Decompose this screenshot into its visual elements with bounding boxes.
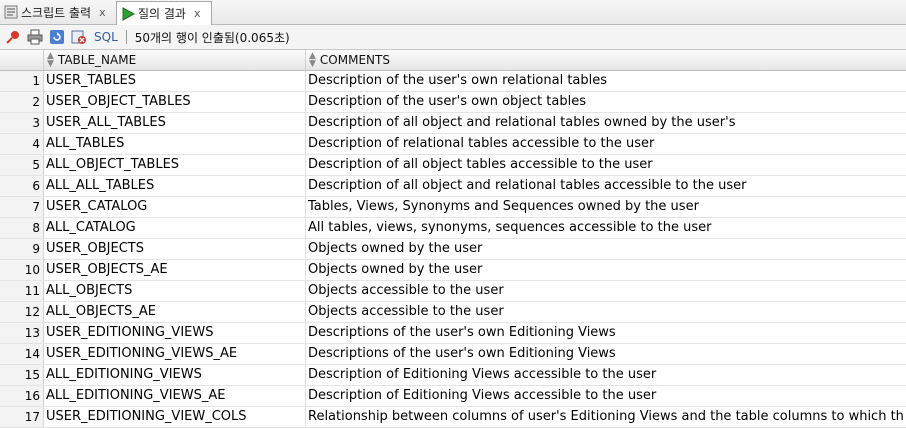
row-number: 2 — [0, 92, 44, 112]
table-row[interactable]: 6 ALL_ALL_TABLES Description of all object… — [0, 176, 906, 197]
table-row[interactable]: 8 ALL_CATALOG All tables, views, synonyms,… — [0, 218, 906, 239]
cell-comments[interactable]: Relationship between columns of user's E… — [306, 407, 906, 427]
table-row[interactable]: 17 USER_EDITIONING_VIEW_COLS Relationship … — [0, 407, 906, 428]
cell-table-name[interactable]: ALL_EDITIONING_VIEWS — [44, 365, 306, 385]
tab-query-result[interactable]: 질의 결과 x — [116, 1, 212, 25]
tab-script-output[interactable]: 스크립트 출력 x — [0, 1, 114, 23]
tab-query-result-label: 질의 결과 — [138, 7, 186, 21]
column-header-comments-label: COMMENTS — [319, 53, 390, 67]
tab-script-output-label: 스크립트 출력 — [21, 5, 92, 20]
cell-table-name[interactable]: USER_CATALOG — [44, 197, 306, 217]
cell-comments[interactable]: Description of the user's own object tab… — [306, 92, 906, 112]
row-number: 10 — [0, 260, 44, 280]
row-number: 1 — [0, 71, 44, 91]
cell-table-name[interactable]: USER_EDITIONING_VIEWS — [44, 323, 306, 343]
table-row[interactable]: 10 USER_OBJECTS_AE Objects owned by the us… — [0, 260, 906, 281]
cell-comments[interactable]: Description of all object and relational… — [306, 113, 906, 133]
table-row[interactable]: 16 ALL_EDITIONING_VIEWS_AE Description of … — [0, 386, 906, 407]
cell-comments[interactable]: Descriptions of the user's own Editionin… — [306, 323, 906, 343]
sql-button[interactable]: SQL — [94, 30, 118, 44]
table-row[interactable]: 3 USER_ALL_TABLES Description of all objec… — [0, 113, 906, 134]
cell-comments[interactable]: Description of all object and relational… — [306, 176, 906, 196]
cancel-query-icon[interactable] — [70, 28, 88, 46]
fetch-status-text: 50개의 행이 인출됨(0.065초) — [134, 30, 290, 45]
cell-table-name[interactable]: USER_OBJECTS_AE — [44, 260, 306, 280]
cell-comments[interactable]: All tables, views, synonyms, sequences a… — [306, 218, 906, 238]
row-number: 13 — [0, 323, 44, 343]
cell-table-name[interactable]: ALL_OBJECTS — [44, 281, 306, 301]
table-row[interactable]: 9 USER_OBJECTS Objects owned by the user — [0, 239, 906, 260]
cell-table-name[interactable]: USER_TABLES — [44, 71, 306, 91]
grid-body: 1 USER_TABLES Description of the user's ow… — [0, 71, 906, 428]
cell-table-name[interactable]: USER_EDITIONING_VIEWS_AE — [44, 344, 306, 364]
cell-comments[interactable]: Description of Editioning Views accessib… — [306, 386, 906, 406]
cell-comments[interactable]: Descriptions of the user's own Editionin… — [306, 344, 906, 364]
cell-comments[interactable]: Description of relational tables accessi… — [306, 134, 906, 154]
sort-icon: ▲ ▼ — [47, 51, 54, 69]
cell-table-name[interactable]: USER_OBJECT_TABLES — [44, 92, 306, 112]
cell-table-name[interactable]: ALL_OBJECTS_AE — [44, 302, 306, 322]
cell-comments[interactable]: Objects owned by the user — [306, 239, 906, 259]
cell-table-name[interactable]: ALL_OBJECT_TABLES — [44, 155, 306, 175]
cell-table-name[interactable]: USER_EDITIONING_VIEW_COLS — [44, 407, 306, 427]
result-grid: ▲ ▼ TABLE_NAME ▲ ▼ COMMENTS 1 USER_TABLES De… — [0, 50, 906, 428]
script-output-icon — [4, 5, 18, 19]
row-number: 14 — [0, 344, 44, 364]
row-number: 9 — [0, 239, 44, 259]
toolbar-divider — [125, 30, 127, 44]
row-number: 3 — [0, 113, 44, 133]
row-number: 12 — [0, 302, 44, 322]
pin-icon[interactable] — [4, 28, 22, 46]
table-row[interactable]: 2 USER_OBJECT_TABLES Description of the us… — [0, 92, 906, 113]
grid-header: ▲ ▼ TABLE_NAME ▲ ▼ COMMENTS — [0, 50, 906, 71]
column-header-table-name[interactable]: ▲ ▼ TABLE_NAME — [44, 50, 306, 70]
cell-table-name[interactable]: ALL_ALL_TABLES — [44, 176, 306, 196]
table-row[interactable]: 7 USER_CATALOG Tables, Views, Synonyms and… — [0, 197, 906, 218]
table-row[interactable]: 14 USER_EDITIONING_VIEWS_AE Descriptions o… — [0, 344, 906, 365]
cell-comments[interactable]: Description of the user's own relational… — [306, 71, 906, 91]
tab-bar: 스크립트 출력 x 질의 결과 x — [0, 0, 906, 25]
table-row[interactable]: 5 ALL_OBJECT_TABLES Description of all obj… — [0, 155, 906, 176]
row-number: 17 — [0, 407, 44, 427]
cell-comments[interactable]: Description of all object tables accessi… — [306, 155, 906, 175]
sort-icon: ▲ ▼ — [309, 51, 316, 69]
table-row[interactable]: 13 USER_EDITIONING_VIEWS Descriptions of t… — [0, 323, 906, 344]
cell-comments[interactable]: Tables, Views, Synonyms and Sequences ow… — [306, 197, 906, 217]
cell-comments[interactable]: Objects accessible to the user — [306, 281, 906, 301]
row-number: 15 — [0, 365, 44, 385]
table-row[interactable]: 4 ALL_TABLES Description of relational tab… — [0, 134, 906, 155]
result-toolbar: SQL 50개의 행이 인출됨(0.065초) — [0, 25, 906, 50]
cell-table-name[interactable]: ALL_CATALOG — [44, 218, 306, 238]
cell-comments[interactable]: Description of Editioning Views accessib… — [306, 365, 906, 385]
column-header-comments[interactable]: ▲ ▼ COMMENTS — [306, 50, 906, 70]
column-header-table-name-label: TABLE_NAME — [57, 53, 137, 67]
cell-table-name[interactable]: ALL_EDITIONING_VIEWS_AE — [44, 386, 306, 406]
cell-comments[interactable]: Objects owned by the user — [306, 260, 906, 280]
row-number: 16 — [0, 386, 44, 406]
table-row[interactable]: 1 USER_TABLES Description of the user's ow… — [0, 71, 906, 92]
cell-table-name[interactable]: USER_OBJECTS — [44, 239, 306, 259]
row-number: 5 — [0, 155, 44, 175]
run-play-icon — [121, 6, 136, 21]
row-number-header — [0, 50, 44, 70]
cell-table-name[interactable]: USER_ALL_TABLES — [44, 113, 306, 133]
row-number: 8 — [0, 218, 44, 238]
row-number: 4 — [0, 134, 44, 154]
tab-query-result-close[interactable]: x — [194, 7, 201, 20]
row-number: 7 — [0, 197, 44, 217]
refresh-icon[interactable] — [48, 28, 66, 46]
table-row[interactable]: 11 ALL_OBJECTS Objects accessible to the u… — [0, 281, 906, 302]
cell-table-name[interactable]: ALL_TABLES — [44, 134, 306, 154]
table-row[interactable]: 15 ALL_EDITIONING_VIEWS Description of Edi… — [0, 365, 906, 386]
table-row[interactable]: 12 ALL_OBJECTS_AE Objects accessible to th… — [0, 302, 906, 323]
print-icon[interactable] — [26, 28, 44, 46]
cell-comments[interactable]: Objects accessible to the user — [306, 302, 906, 322]
row-number: 6 — [0, 176, 44, 196]
tab-script-output-close[interactable]: x — [99, 6, 106, 19]
row-number: 11 — [0, 281, 44, 301]
